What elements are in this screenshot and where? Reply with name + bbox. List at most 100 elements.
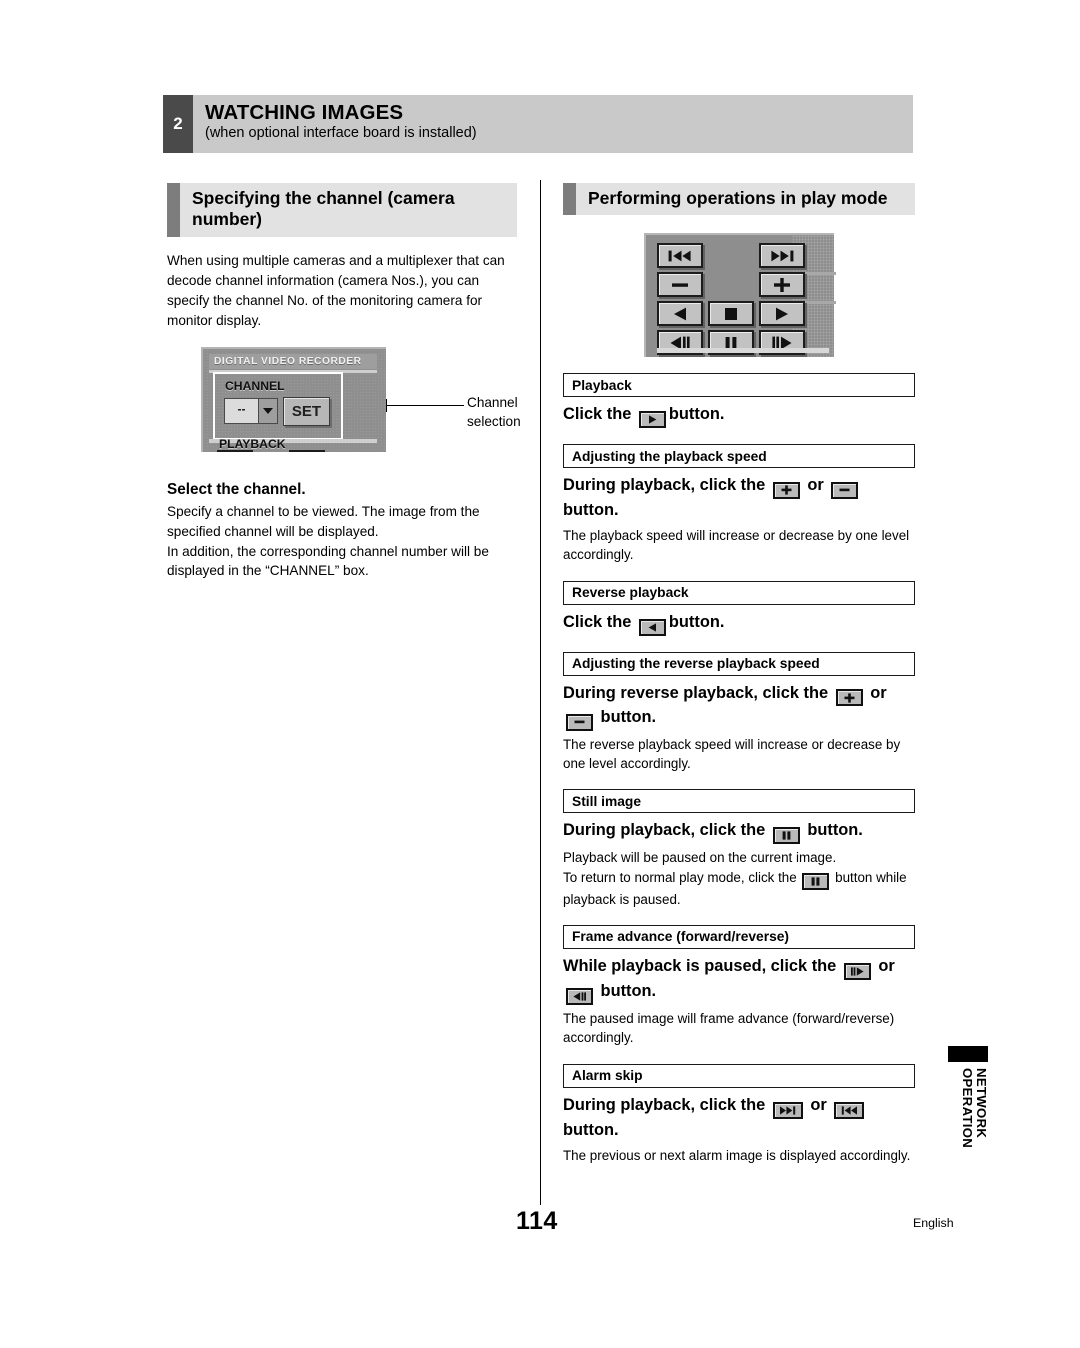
instruction-block-playback: Playback Click the button. <box>563 373 915 429</box>
block-instruction: During playback, click the or button. <box>563 1094 915 1142</box>
skip-backward-icon[interactable] <box>657 243 703 269</box>
panel-empty-cell <box>708 243 754 268</box>
block-note: The paused image will frame advance (for… <box>563 1010 895 1046</box>
pause-icon[interactable] <box>772 827 800 845</box>
block-label: Reverse playback <box>563 580 915 605</box>
thumb-index-tab: NETWORK OPERATION <box>948 1046 989 1196</box>
control-panel-grid <box>657 243 805 356</box>
instruction-text-part: button. <box>596 981 657 1000</box>
instruction-text-part: During playback, click the <box>563 1095 770 1114</box>
minus-icon[interactable] <box>831 481 859 499</box>
block-instruction: During reverse playback, click the or bu… <box>563 682 915 731</box>
instruction-text-part: During reverse playback, click the <box>563 683 833 702</box>
section-heading-text: Performing operations in play mode <box>588 188 888 208</box>
instruction-block-reverse-playback: Reverse playback Click the button. <box>563 580 915 636</box>
stop-icon[interactable] <box>708 301 754 327</box>
skip-forward-icon[interactable] <box>772 1101 803 1119</box>
channel-select-dropdown[interactable]: -- <box>224 397 278 424</box>
instruction-text-part: button. <box>596 708 657 727</box>
skip-forward-icon[interactable] <box>759 243 805 269</box>
section-accent-tab <box>563 183 576 216</box>
play-icon[interactable] <box>759 301 805 327</box>
chapter-header: 2 WATCHING IMAGES (when optional interfa… <box>163 95 913 153</box>
instruction-text-part: or <box>865 683 887 702</box>
channel-callout-box: CHANNEL -- SET <box>213 371 343 440</box>
section-heading-text: Specifying the channel (camera number) <box>192 188 455 230</box>
instruction-text-part: Click the <box>563 405 636 424</box>
language-label: English <box>913 1216 954 1230</box>
channel-label: CHANNEL <box>225 378 285 393</box>
section-accent-tab <box>167 183 180 237</box>
chapter-title-group: WATCHING IMAGES (when optional interface… <box>193 95 477 153</box>
thumb-tab-label: NETWORK OPERATION <box>960 1068 989 1149</box>
plus-icon[interactable] <box>759 272 805 298</box>
frame-forward-icon[interactable] <box>843 962 871 980</box>
note-line-2: To return to normal play mode, click the <box>563 869 801 885</box>
instruction-text-part: button. <box>802 821 863 840</box>
block-label: Frame advance (forward/reverse) <box>563 924 915 949</box>
dvr-figure: DIGITAL VIDEO RECORDER CHANNEL -- SET PL… <box>167 346 521 459</box>
set-button[interactable]: SET <box>283 396 330 426</box>
instruction-block-alarm-skip: Alarm skip During playback, click the or… <box>563 1063 915 1166</box>
page-number: 114 <box>516 1207 558 1235</box>
block-label: Adjusting the playback speed <box>563 444 915 469</box>
column-divider <box>540 180 541 1205</box>
reverse-play-icon[interactable] <box>657 301 703 327</box>
plus-icon[interactable] <box>772 481 800 499</box>
reverse-play-icon[interactable] <box>638 618 666 636</box>
play-icon[interactable] <box>638 411 666 429</box>
skip-forward-icon[interactable] <box>289 449 325 452</box>
skip-backward-icon[interactable] <box>834 1101 865 1119</box>
dvr-brand-label: DIGITAL VIDEO RECORDER <box>209 353 377 369</box>
block-instruction: While playback is paused, click the or b… <box>563 955 915 1005</box>
minus-icon[interactable] <box>566 713 593 731</box>
control-panel-body <box>644 233 836 358</box>
panel-base-strip <box>657 348 829 354</box>
dvr-playback-label: PLAYBACK <box>219 436 286 451</box>
callout-leader-line <box>386 404 464 406</box>
instruction-block-adjust-reverse-speed: Adjusting the reverse playback speed Dur… <box>563 651 915 774</box>
dvr-device-body: DIGITAL VIDEO RECORDER CHANNEL -- SET PL… <box>201 346 386 452</box>
pause-icon[interactable] <box>802 872 830 890</box>
section-heading-specifying-channel: Specifying the channel (camera number) <box>167 183 517 237</box>
block-instruction: Click the button. <box>563 403 915 429</box>
intro-paragraph: When using multiple cameras and a multip… <box>167 252 505 328</box>
frame-reverse-icon[interactable] <box>566 987 593 1005</box>
callout-label-channel-selection: Channel selection <box>467 394 521 429</box>
instruction-text-part: button. <box>563 1120 619 1139</box>
subheading-select-the-channel: Select the channel. <box>167 480 306 498</box>
instruction-text-part: button. <box>563 500 619 519</box>
block-label: Still image <box>563 789 915 814</box>
chapter-number-badge: 2 <box>163 95 193 153</box>
section-heading-play-mode: Performing operations in play mode <box>563 183 915 216</box>
block-label: Adjusting the reverse playback speed <box>563 651 915 676</box>
instruction-text-part: During playback, click the <box>563 821 770 840</box>
instruction-block-frame-advance: Frame advance (forward/reverse) While pl… <box>563 924 915 1048</box>
block-instruction: During playback, click the or button. <box>563 474 915 522</box>
thumb-tab-bar <box>948 1046 988 1062</box>
block-label: Alarm skip <box>563 1063 915 1088</box>
minus-icon[interactable] <box>657 272 703 298</box>
block-note: The reverse playback speed will increase… <box>563 736 901 772</box>
instruction-text-part: button. <box>668 405 725 424</box>
chapter-title: WATCHING IMAGES <box>205 101 404 124</box>
instruction-block-still-image: Still image During playback, click the b… <box>563 789 915 909</box>
channel-select-value: -- <box>237 401 246 416</box>
instruction-text-part: or <box>802 476 829 495</box>
instruction-block-adjust-playback-speed: Adjusting the playback speed During play… <box>563 444 915 564</box>
chapter-subtitle: (when optional interface board is instal… <box>205 125 477 142</box>
instruction-text-part: or <box>873 956 895 975</box>
note-line-1: Playback will be paused on the current i… <box>563 850 837 866</box>
instruction-text-part: While playback is paused, click the <box>563 956 841 975</box>
skip-backward-icon[interactable] <box>217 449 253 452</box>
block-instruction: Click the button. <box>563 611 915 636</box>
instruction-text-part: During playback, click the <box>563 476 770 495</box>
panel-empty-cell <box>708 272 754 297</box>
block-note: The playback speed will increase or decr… <box>563 528 910 563</box>
instruction-text-part: Click the <box>563 612 636 631</box>
block-note: Playback will be paused on the current i… <box>563 848 915 909</box>
plus-icon[interactable] <box>835 689 863 707</box>
chevron-down-icon[interactable] <box>258 398 277 423</box>
block-note: The previous or next alarm image is disp… <box>563 1147 911 1163</box>
right-column: Performing operations in play mode Playb… <box>563 183 915 1165</box>
